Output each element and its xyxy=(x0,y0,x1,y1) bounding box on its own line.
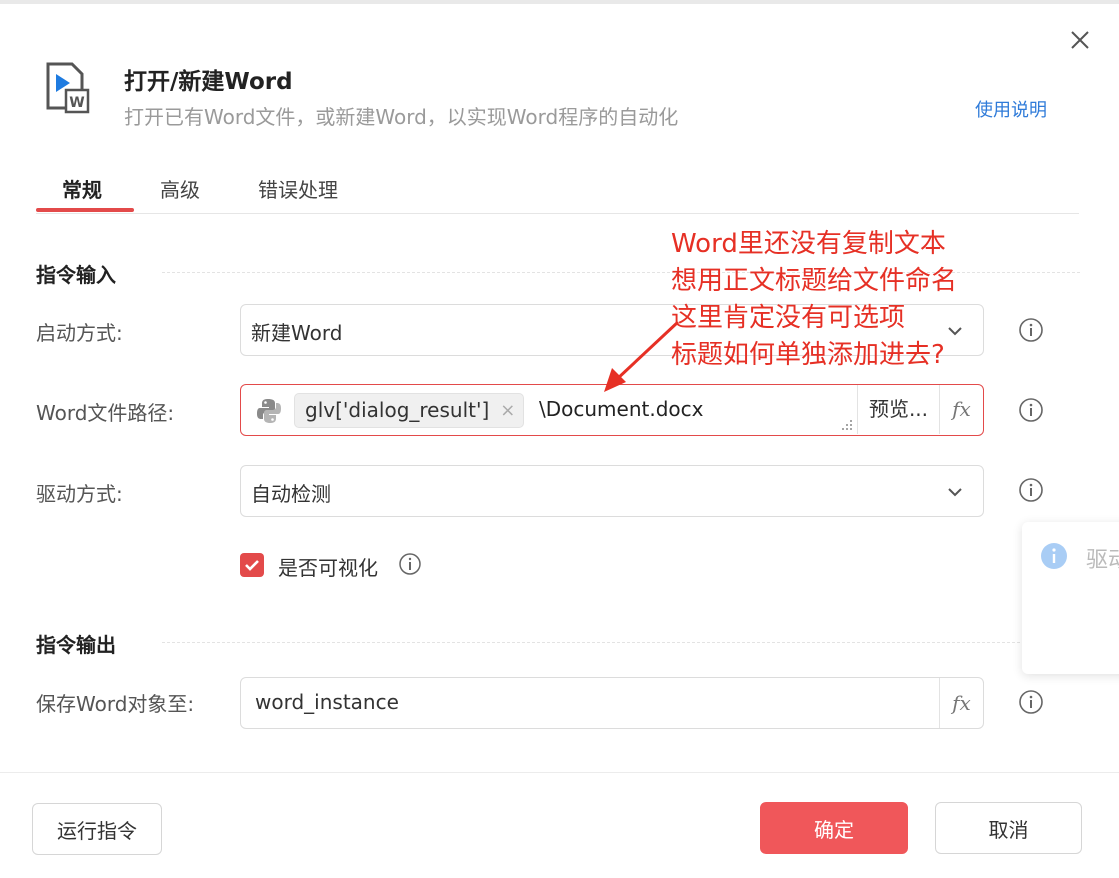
preview-button[interactable]: 预览... xyxy=(857,385,939,434)
tag-remove-icon[interactable]: × xyxy=(500,394,515,427)
toast-notification: 驱动 xyxy=(1022,522,1119,674)
svg-text:W: W xyxy=(69,95,84,111)
dialog-title: 打开/新建Word xyxy=(124,69,293,95)
visible-checkbox[interactable] xyxy=(240,553,264,577)
active-tab-indicator xyxy=(36,208,134,212)
file-path-label: Word文件路径: xyxy=(36,401,175,425)
info-icon[interactable] xyxy=(398,552,422,576)
checkmark-icon xyxy=(245,560,259,571)
close-button[interactable] xyxy=(1064,24,1096,56)
save-to-input[interactable]: word_instance fx xyxy=(240,677,984,729)
variable-tag-label: glv['dialog_result'] xyxy=(305,398,490,422)
section-title-output: 指令输出 xyxy=(36,633,116,657)
driver-mode-select[interactable]: 自动检测 xyxy=(240,465,984,517)
dialog-subtitle: 打开已有Word文件，或新建Word，以实现Word程序的自动化 xyxy=(124,105,679,129)
help-link[interactable]: 使用说明 xyxy=(975,96,1047,122)
info-icon[interactable] xyxy=(1018,689,1044,715)
confirm-button[interactable]: 确定 xyxy=(760,802,908,854)
resize-grip-icon[interactable] xyxy=(841,419,853,431)
driver-mode-label: 驱动方式: xyxy=(36,482,123,506)
save-to-value: word_instance xyxy=(255,690,399,714)
close-icon xyxy=(1071,31,1089,49)
annotation-arrow-icon xyxy=(604,320,680,392)
open-new-word-dialog: W 打开/新建Word 打开已有Word文件，或新建Word，以实现Word程序… xyxy=(0,0,1119,878)
python-icon xyxy=(257,399,281,423)
section-divider xyxy=(162,642,1080,643)
tab-general[interactable]: 常规 xyxy=(62,174,102,220)
top-strip xyxy=(0,0,1119,4)
driver-mode-value: 自动检测 xyxy=(251,482,331,506)
file-path-suffix: \Document.docx xyxy=(539,397,704,421)
variable-tag[interactable]: glv['dialog_result'] × xyxy=(294,393,525,428)
fx-button[interactable]: fx xyxy=(939,678,983,728)
cancel-button[interactable]: 取消 xyxy=(935,802,1082,854)
info-icon[interactable] xyxy=(1018,397,1044,423)
word-app-icon: W xyxy=(46,62,90,114)
annotation-text: Word里还没有复制文本 想用正文标题给文件命名 这里肯定没有可选项 标题如何单… xyxy=(671,229,958,370)
tab-bar: 常规 高级 错误处理 xyxy=(36,166,1079,214)
save-to-label: 保存Word对象至: xyxy=(36,692,195,716)
toast-text: 驱动 xyxy=(1086,548,1119,573)
tab-error-handling[interactable]: 错误处理 xyxy=(258,174,338,220)
section-title-input: 指令输入 xyxy=(36,263,116,287)
info-icon[interactable] xyxy=(1018,317,1044,343)
visible-checkbox-label[interactable]: 是否可视化 xyxy=(278,552,378,581)
fx-button[interactable]: fx xyxy=(939,385,983,434)
footer-divider xyxy=(0,772,1119,773)
launch-mode-label: 启动方式: xyxy=(36,321,123,345)
run-command-button[interactable]: 运行指令 xyxy=(32,803,162,855)
tab-advanced[interactable]: 高级 xyxy=(160,174,200,220)
info-filled-icon xyxy=(1041,543,1067,569)
chevron-down-icon xyxy=(948,488,962,497)
info-icon[interactable] xyxy=(1018,477,1044,503)
launch-mode-value: 新建Word xyxy=(251,321,343,345)
